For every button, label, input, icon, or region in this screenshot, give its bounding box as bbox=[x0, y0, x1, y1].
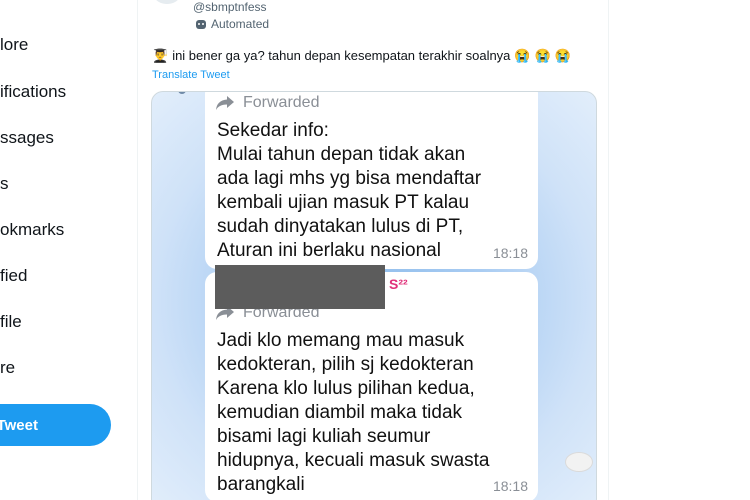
message-time: 18:18 bbox=[492, 245, 528, 261]
message-line: hidupnya, kecuali masuk swasta bbox=[217, 450, 490, 471]
message-line: Karena klo lulus pilihan kedua, bbox=[217, 378, 475, 399]
automated-badge: Automated bbox=[196, 17, 269, 31]
message-line: kembali ujian masuk PT kalau bbox=[217, 192, 470, 213]
chat-bubble: Forwarded Sekedar info: Mulai tahun depa… bbox=[205, 92, 538, 269]
automated-label: Automated bbox=[211, 17, 270, 31]
partial-label: S²² bbox=[389, 276, 408, 292]
crying-emoji: 😭 bbox=[514, 48, 531, 63]
message-line: kemudian diambil maka tidak bbox=[217, 402, 463, 423]
message-line: barangkali bbox=[217, 474, 305, 495]
student-emoji: 👨‍🎓 bbox=[152, 48, 169, 63]
tweet-text: 👨‍🎓 ini bener ga ya? tahun depan kesempa… bbox=[152, 48, 571, 63]
nav-explore[interactable]: lore bbox=[0, 35, 28, 55]
nav-notifications[interactable]: ifications bbox=[0, 82, 66, 102]
nav-profile[interactable]: file bbox=[0, 312, 22, 332]
redaction-box bbox=[215, 265, 385, 309]
message-text: Sekedar info: Mulai tahun depan tidak ak… bbox=[217, 119, 481, 263]
nav-bookmarks[interactable]: okmarks bbox=[0, 220, 64, 240]
message-line: Jadi klo memang mau masuk bbox=[217, 330, 465, 351]
left-sidebar: lore ifications ssages s okmarks fied fi… bbox=[0, 0, 138, 500]
forwarded-header: Forwarded bbox=[215, 94, 319, 112]
message-line: Aturan ini berlaku nasional bbox=[217, 240, 441, 261]
translate-tweet-link[interactable]: Translate Tweet bbox=[152, 69, 230, 81]
column-divider bbox=[608, 0, 609, 500]
nav-messages[interactable]: ssages bbox=[0, 128, 54, 148]
avatar[interactable] bbox=[152, 0, 182, 4]
message-time: 18:18 bbox=[492, 478, 528, 494]
nav-more[interactable]: re bbox=[0, 358, 15, 378]
crying-emoji: 😭 bbox=[534, 48, 551, 63]
forward-arrow-icon bbox=[216, 96, 234, 110]
message-line: ada lagi mhs yg bisa mendaftar bbox=[217, 168, 482, 189]
watermark-logo bbox=[565, 452, 593, 472]
message-line: Mulai tahun depan tidak akan bbox=[217, 144, 466, 165]
nav-verified[interactable]: fied bbox=[0, 266, 27, 286]
tweet-photo[interactable]: Forwarded Sekedar info: Mulai tahun depa… bbox=[151, 91, 597, 500]
nav-lists[interactable]: s bbox=[0, 174, 9, 194]
crying-emoji: 😭 bbox=[554, 48, 571, 63]
user-handle[interactable]: @sbmptnfess bbox=[193, 0, 267, 14]
message-line: bisami lagi kuliah seumur bbox=[217, 426, 431, 447]
tweet-body: ini bener ga ya? tahun depan kesempatan … bbox=[172, 48, 511, 63]
column-divider bbox=[137, 0, 138, 500]
tweet-button[interactable]: Tweet bbox=[0, 404, 111, 446]
message-line: kedokteran, pilih sj kedokteran bbox=[217, 354, 474, 375]
forwarded-label: Forwarded bbox=[243, 94, 320, 111]
message-line: Sekedar info: bbox=[217, 120, 329, 141]
robot-icon bbox=[196, 19, 206, 29]
message-line: sudah dinyatakan lulus di PT, bbox=[217, 216, 464, 237]
photo-decoration bbox=[178, 92, 186, 94]
message-text: Jadi klo memang mau masuk kedokteran, pi… bbox=[217, 329, 489, 497]
